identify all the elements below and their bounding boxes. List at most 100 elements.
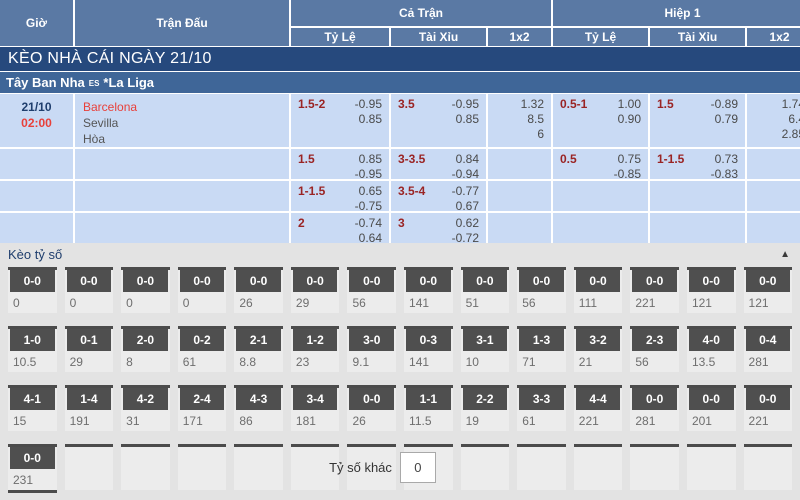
score-button[interactable]: 0-1 bbox=[67, 329, 112, 351]
score-button[interactable]: 0-0 bbox=[236, 270, 281, 292]
handicap-line: 1.5-2 bbox=[298, 97, 325, 112]
score-button[interactable]: 3-3 bbox=[519, 388, 564, 410]
h1-overunder-odds[interactable]: 1.5 -0.890.79 bbox=[650, 94, 745, 147]
odds-bottom[interactable]: -0.75 bbox=[355, 199, 382, 211]
score-button[interactable]: 0-0 bbox=[519, 270, 564, 292]
score-button[interactable]: 2-4 bbox=[180, 388, 225, 410]
ft-1x2-odds[interactable]: 1.32 8.5 6 bbox=[488, 94, 551, 147]
odds-top[interactable]: 0.85 bbox=[359, 152, 382, 166]
handicap-line: 0.5 bbox=[560, 152, 577, 167]
draw-label[interactable]: Hòa bbox=[83, 131, 282, 147]
score-button[interactable]: 0-2 bbox=[180, 329, 225, 351]
odds-bottom[interactable]: 0.85 bbox=[456, 112, 479, 126]
score-tile: 0-051 bbox=[461, 267, 510, 313]
odds-top[interactable]: 1.00 bbox=[618, 97, 641, 111]
score-button[interactable]: 0-0 bbox=[463, 270, 508, 292]
odds-top[interactable]: -0.95 bbox=[452, 97, 479, 111]
odds-1[interactable]: 1.74 bbox=[782, 97, 800, 111]
score-button[interactable]: 2-3 bbox=[632, 329, 677, 351]
score-button[interactable]: 3-1 bbox=[463, 329, 508, 351]
odds-top[interactable]: -0.77 bbox=[452, 184, 479, 198]
odds-top[interactable]: -0.89 bbox=[711, 97, 738, 111]
score-button[interactable]: 1-3 bbox=[519, 329, 564, 351]
ft-handicap-odds[interactable]: 1.5-2 -0.950.85 bbox=[291, 94, 389, 147]
odds-bottom[interactable]: 0.85 bbox=[359, 112, 382, 126]
score-button[interactable]: 0-0 bbox=[576, 270, 621, 292]
ft-overunder-odds[interactable]: 3 0.62-0.72 bbox=[391, 213, 486, 243]
score-button[interactable]: 0-0 bbox=[10, 447, 55, 469]
odds-top[interactable]: 0.62 bbox=[456, 216, 479, 230]
ft-handicap-odds[interactable]: 1.5 0.85-0.95 bbox=[291, 149, 389, 179]
ft-overunder-odds[interactable]: 3-3.5 0.84-0.94 bbox=[391, 149, 486, 179]
other-score-input[interactable] bbox=[400, 452, 436, 483]
odds-top[interactable]: 0.73 bbox=[715, 152, 738, 166]
score-button[interactable]: 3-2 bbox=[576, 329, 621, 351]
score-button[interactable]: 0-0 bbox=[689, 388, 734, 410]
odds-bottom[interactable]: -0.72 bbox=[452, 231, 479, 243]
score-button[interactable]: 0-0 bbox=[123, 270, 168, 292]
collapse-arrow-icon[interactable]: ▲ bbox=[780, 249, 790, 260]
odds-bottom[interactable]: -0.83 bbox=[711, 167, 738, 179]
score-button[interactable]: 4-1 bbox=[10, 388, 55, 410]
odds-2[interactable]: 6 bbox=[537, 127, 544, 141]
score-button[interactable]: 0-0 bbox=[293, 270, 338, 292]
home-team[interactable]: Barcelona bbox=[83, 99, 282, 115]
score-button[interactable]: 2-0 bbox=[123, 329, 168, 351]
h1-handicap-odds[interactable]: 0.5-1 1.000.90 bbox=[553, 94, 648, 147]
score-button[interactable]: 0-0 bbox=[746, 270, 791, 292]
score-odds: 56 bbox=[630, 351, 679, 372]
score-button[interactable]: 0-4 bbox=[746, 329, 791, 351]
ft-overunder-odds[interactable]: 3.5 -0.950.85 bbox=[391, 94, 486, 147]
ft-overunder-odds[interactable]: 3.5-4 -0.770.67 bbox=[391, 181, 486, 211]
odds-top[interactable]: -0.95 bbox=[355, 97, 382, 111]
score-button[interactable]: 1-2 bbox=[293, 329, 338, 351]
score-button[interactable]: 4-2 bbox=[123, 388, 168, 410]
score-button[interactable]: 3-0 bbox=[349, 329, 394, 351]
odds-bottom[interactable]: 0.90 bbox=[618, 112, 641, 126]
score-button[interactable]: 0-0 bbox=[746, 388, 791, 410]
odds-x[interactable]: 6.4 bbox=[788, 112, 800, 126]
score-button[interactable]: 0-0 bbox=[406, 270, 451, 292]
score-button[interactable]: 1-4 bbox=[67, 388, 112, 410]
h1-handicap-odds[interactable]: 0.5 0.75-0.85 bbox=[553, 149, 648, 179]
ft-handicap-odds[interactable]: 1-1.5 0.65-0.75 bbox=[291, 181, 389, 211]
other-score-label: Tỷ số khác bbox=[329, 460, 392, 475]
score-button[interactable]: 0-0 bbox=[349, 388, 394, 410]
odds-bottom[interactable]: 0.79 bbox=[715, 112, 738, 126]
odds-bottom[interactable]: -0.85 bbox=[614, 167, 641, 179]
score-button[interactable]: 1-1 bbox=[406, 388, 451, 410]
score-button[interactable]: 4-3 bbox=[236, 388, 281, 410]
score-button[interactable]: 4-0 bbox=[689, 329, 734, 351]
score-button[interactable]: 0-0 bbox=[632, 388, 677, 410]
match-time-cell: 21/10 02:00 bbox=[0, 94, 73, 147]
score-button[interactable]: 0-0 bbox=[67, 270, 112, 292]
score-button[interactable]: 0-3 bbox=[406, 329, 451, 351]
odds-top[interactable]: 0.65 bbox=[359, 184, 382, 198]
h1-1x2-odds[interactable]: 1.74 6.4 2.85 bbox=[747, 94, 800, 147]
score-button[interactable]: 0-0 bbox=[689, 270, 734, 292]
match-teams-cell: Barcelona Sevilla Hòa bbox=[75, 94, 289, 147]
league-bar[interactable]: Tây Ban Nha es *La Liga bbox=[0, 72, 800, 93]
score-button[interactable]: 3-4 bbox=[293, 388, 338, 410]
score-button[interactable]: 0-0 bbox=[180, 270, 225, 292]
score-button[interactable]: 2-2 bbox=[463, 388, 508, 410]
score-button[interactable]: 0-0 bbox=[632, 270, 677, 292]
score-button[interactable]: 4-4 bbox=[576, 388, 621, 410]
score-button[interactable]: 2-1 bbox=[236, 329, 281, 351]
odds-2[interactable]: 2.85 bbox=[782, 127, 800, 141]
score-button[interactable]: 0-0 bbox=[349, 270, 394, 292]
odds-top[interactable]: -0.74 bbox=[355, 216, 382, 230]
score-button[interactable]: 1-0 bbox=[10, 329, 55, 351]
odds-bottom[interactable]: -0.94 bbox=[452, 167, 479, 179]
away-team[interactable]: Sevilla bbox=[83, 115, 282, 131]
ft-handicap-odds[interactable]: 2 -0.740.64 bbox=[291, 213, 389, 243]
odds-1[interactable]: 1.32 bbox=[521, 97, 544, 111]
odds-bottom[interactable]: 0.67 bbox=[456, 199, 479, 211]
odds-bottom[interactable]: -0.95 bbox=[355, 167, 382, 179]
odds-x[interactable]: 8.5 bbox=[527, 112, 544, 126]
score-button[interactable]: 0-0 bbox=[10, 270, 55, 292]
odds-top[interactable]: 0.84 bbox=[456, 152, 479, 166]
odds-bottom[interactable]: 0.64 bbox=[359, 231, 382, 243]
h1-overunder-odds[interactable]: 1-1.5 0.73-0.83 bbox=[650, 149, 745, 179]
odds-top[interactable]: 0.75 bbox=[618, 152, 641, 166]
